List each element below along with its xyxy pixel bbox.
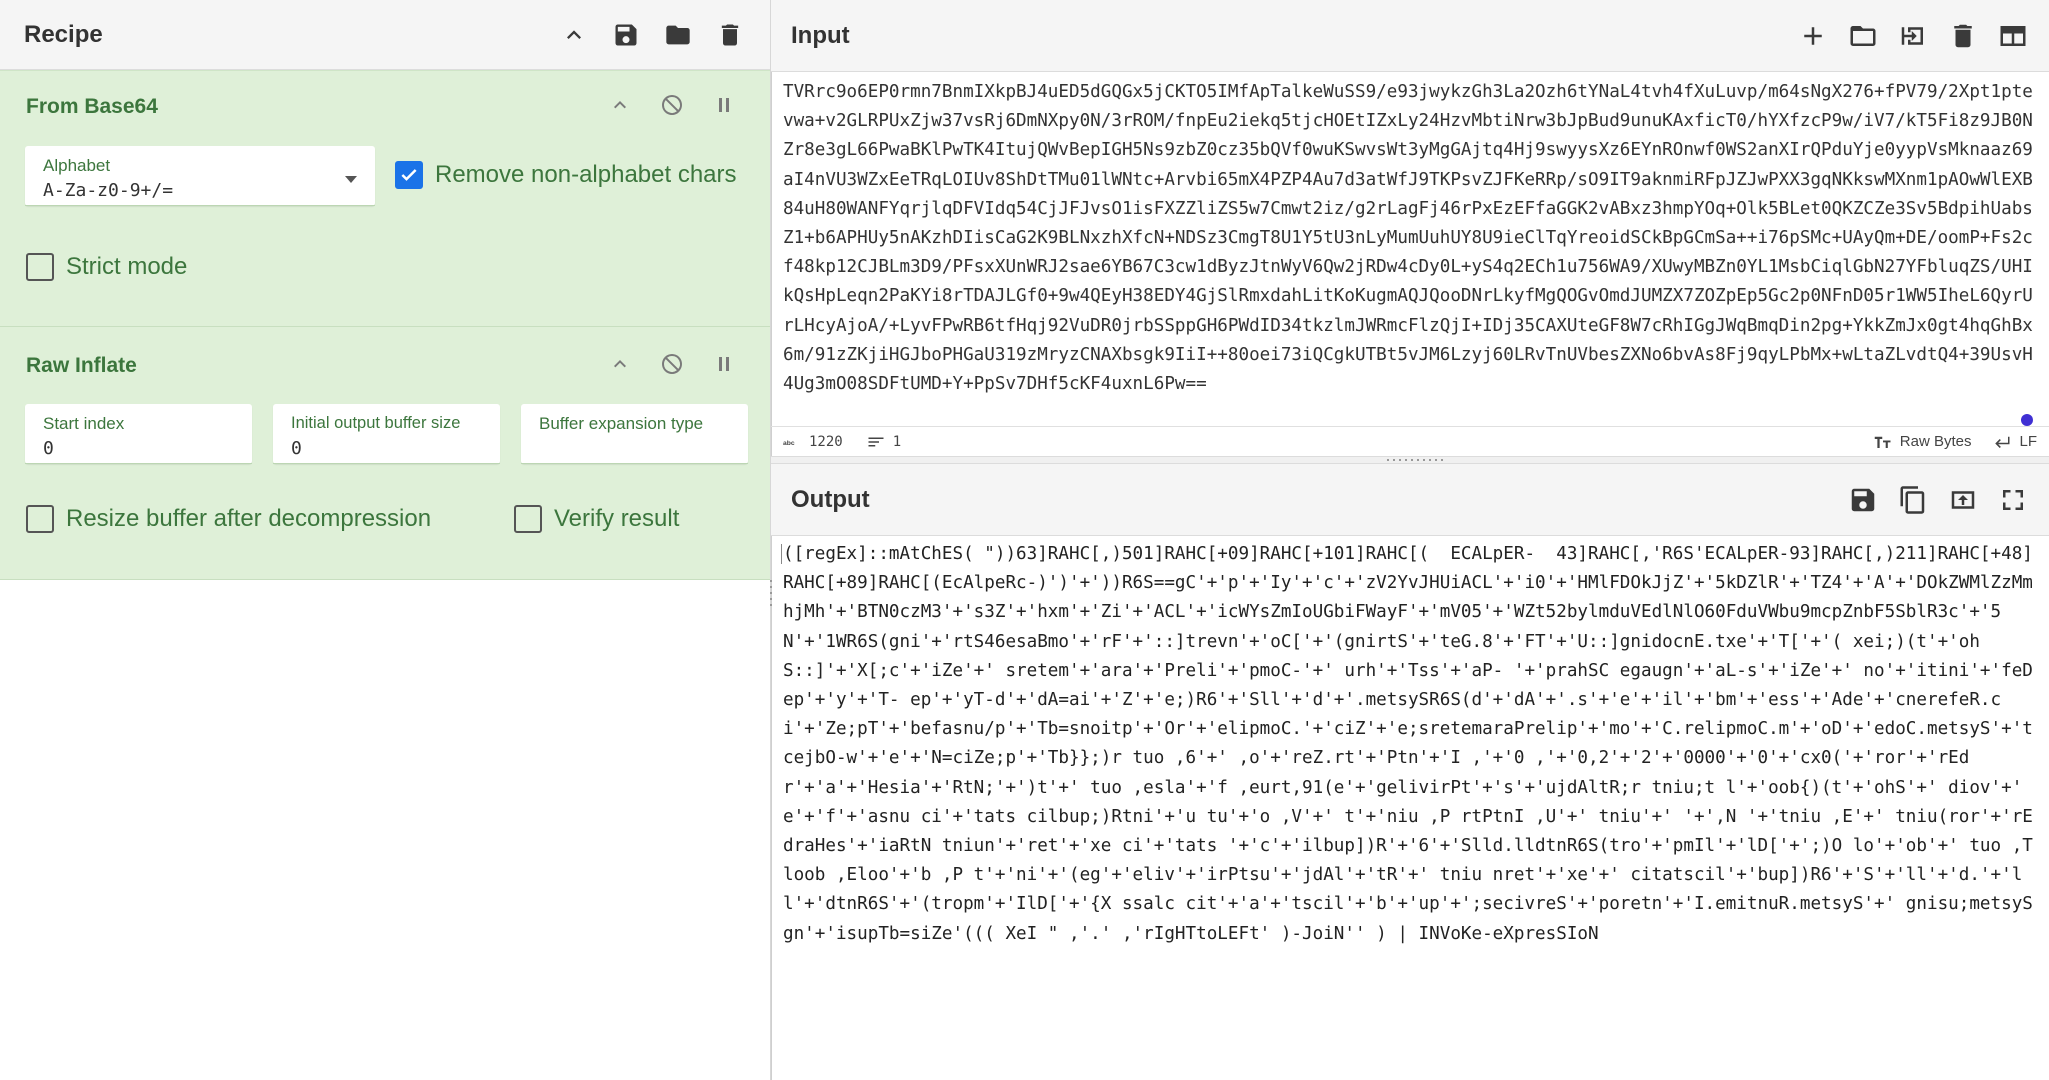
abc-icon: abc [783, 440, 795, 447]
trash-icon[interactable] [1947, 20, 1979, 52]
char-count-value: 1220 [809, 433, 843, 450]
initial-buffer-value: 0 [291, 438, 302, 459]
open-folder-icon[interactable] [1847, 20, 1879, 52]
checkbox-empty-icon [26, 505, 54, 533]
strict-mode-checkbox[interactable]: Strict mode [26, 253, 187, 281]
start-index-field[interactable]: Start index 0 [25, 404, 252, 464]
line-count-value: 1 [892, 433, 902, 450]
return-arrow-icon [1995, 436, 2010, 448]
output-header: Output [771, 464, 2049, 536]
chevron-up-icon[interactable] [558, 19, 590, 51]
lines-icon [868, 437, 884, 446]
start-index-value: 0 [43, 438, 54, 459]
line-count: 1 [867, 434, 901, 450]
eol-selector[interactable]: LF [1993, 433, 2037, 450]
operation-raw-inflate: Raw Inflate Start index 0 Initial output… [0, 327, 770, 580]
start-index-label: Start index [43, 414, 125, 433]
io-area: Input TVRrc9o6EP0rmn7BnmIXkpBJ4uED5dGQGx… [771, 0, 2049, 1080]
plus-icon[interactable] [1797, 20, 1829, 52]
input-title: Input [791, 21, 850, 49]
replace-input-icon[interactable] [1947, 484, 1979, 516]
collapse-chevron-icon[interactable] [604, 89, 636, 121]
input-header: Input [771, 0, 2049, 72]
initial-buffer-field[interactable]: Initial output buffer size 0 [273, 404, 500, 464]
pause-icon[interactable] [708, 89, 740, 121]
recipe-panel: Recipe From Base64 Alphabet A-Za-z0-9+/=… [0, 0, 771, 1080]
remove-non-alphabet-checkbox[interactable]: Remove non-alphabet chars [395, 161, 737, 189]
recipe-header: Recipe [0, 0, 770, 70]
eol-value: LF [2019, 433, 2037, 450]
initial-buffer-label: Initial output buffer size [291, 414, 461, 432]
checkbox-empty-icon [26, 253, 54, 281]
checkbox-empty-icon [514, 505, 542, 533]
alphabet-label: Alphabet [43, 156, 111, 175]
operation-title: Raw Inflate [26, 354, 137, 377]
disable-icon[interactable] [656, 348, 688, 380]
collapse-chevron-icon[interactable] [604, 348, 636, 380]
output-title: Output [791, 485, 870, 513]
alphabet-value: A-Za-z0-9+/= [43, 180, 174, 201]
input-status-bar: abc 1220 1 Raw Bytes LF [771, 426, 2049, 456]
output-panel: Output ([regEx]::mAtChES( "))63]RAHC[,)5… [771, 464, 2049, 1080]
disable-icon[interactable] [656, 89, 688, 121]
verify-result-checkbox[interactable]: Verify result [514, 505, 679, 533]
text-cursor [781, 544, 782, 564]
save-icon[interactable] [1847, 484, 1879, 516]
buffer-expansion-select[interactable]: Buffer expansion type [521, 404, 748, 464]
svg-text:abc: abc [783, 440, 795, 447]
output-textarea[interactable]: ([regEx]::mAtChES( "))63]RAHC[,)501]RAHC… [783, 540, 2033, 1070]
copy-icon[interactable] [1897, 484, 1929, 516]
text-type-icon [1874, 436, 1891, 448]
alphabet-select[interactable]: Alphabet A-Za-z0-9+/= [25, 146, 375, 206]
recipe-title: Recipe [24, 20, 103, 48]
encoding-value: Raw Bytes [1899, 433, 1972, 450]
strict-mode-label: Strict mode [66, 253, 188, 280]
remove-non-alphabet-label: Remove non-alphabet chars [435, 161, 737, 188]
folder-icon[interactable] [662, 19, 694, 51]
checkbox-checked-icon [395, 161, 423, 189]
resize-buffer-label: Resize buffer after decompression [66, 505, 432, 532]
status-dot-icon [2021, 414, 2033, 426]
fullscreen-icon[interactable] [1997, 484, 2029, 516]
input-textarea[interactable]: TVRrc9o6EP0rmn7BnmIXkpBJ4uED5dGQGx5jCKTO… [783, 78, 2033, 424]
char-count: abc 1220 [783, 434, 843, 450]
layout-icon[interactable] [1997, 20, 2029, 52]
encoding-selector[interactable]: Raw Bytes [1874, 433, 1972, 450]
pause-icon[interactable] [708, 348, 740, 380]
save-icon[interactable] [610, 19, 642, 51]
operation-from-base64: From Base64 Alphabet A-Za-z0-9+/= Remove… [0, 70, 770, 327]
trash-icon[interactable] [714, 19, 746, 51]
resize-buffer-checkbox[interactable]: Resize buffer after decompression [26, 505, 431, 533]
verify-result-label: Verify result [554, 505, 680, 532]
input-panel: Input TVRrc9o6EP0rmn7BnmIXkpBJ4uED5dGQGx… [771, 0, 2049, 458]
buffer-expansion-label: Buffer expansion type [539, 414, 704, 433]
io-split-handle[interactable] [771, 456, 2049, 464]
import-icon[interactable] [1897, 20, 1929, 52]
dropdown-caret-icon [345, 176, 357, 183]
operation-title: From Base64 [26, 95, 158, 118]
